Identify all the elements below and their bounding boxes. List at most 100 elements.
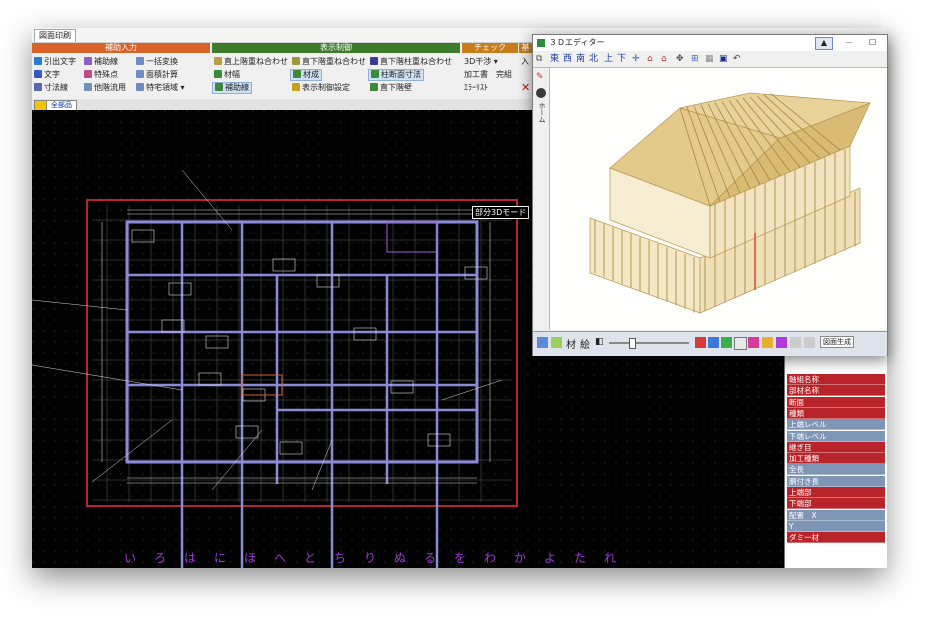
view-west-button[interactable]: 西: [563, 51, 572, 67]
yellow-layer-icon[interactable]: [762, 337, 773, 348]
layer2-icon[interactable]: ⌂: [661, 51, 667, 67]
red-layer-icon[interactable]: [695, 337, 706, 348]
property-row[interactable]: 部材名称: [787, 385, 885, 397]
processing-doc-button[interactable]: 加工書: [462, 69, 490, 81]
undo-icon[interactable]: ↶: [733, 51, 741, 67]
batch-icon: [136, 57, 144, 65]
paint-label[interactable]: 絵: [580, 336, 590, 351]
callout-text-button[interactable]: 引出文字: [32, 56, 78, 68]
special-area-button[interactable]: 特宅領域 ▾: [134, 82, 187, 94]
overlay-upper-floor-button[interactable]: 直上階重ね合わせ: [212, 56, 290, 68]
pink-layer-icon[interactable]: [748, 337, 759, 348]
solid-mode-icon[interactable]: [551, 337, 562, 348]
aux-line-button[interactable]: 補助線: [82, 56, 120, 68]
property-row[interactable]: 断面: [787, 396, 885, 408]
minimize-icon[interactable]: —: [845, 35, 853, 51]
grid-label-kana: る: [424, 551, 437, 565]
menu-tab-drawing-print[interactable]: 図面印刷: [34, 29, 76, 42]
property-panel: 軸組名称 部材名称 断面 種類 上端レベル 下端レベル 継ぎ目 加工種類 全長 胴付き長 上端部 下端…: [784, 350, 887, 568]
overlay-lower-floor-button[interactable]: 直下階重ね合わせ: [290, 56, 368, 68]
3d-editor-statusbar: 材 絵 ◧ 図面生成: [533, 331, 887, 356]
property-row[interactable]: 下端レベル: [787, 430, 885, 442]
view-south-button[interactable]: 南: [576, 51, 585, 67]
scroll-up-icon[interactable]: ▲: [815, 37, 833, 50]
grey2-layer-icon[interactable]: [804, 337, 815, 348]
text-icon: [34, 70, 42, 78]
text-button[interactable]: 文字: [32, 69, 62, 81]
dimension-line-button[interactable]: 寸法線: [32, 82, 70, 94]
gap-icon[interactable]: [734, 337, 747, 350]
grid-label-kana: よ: [544, 551, 557, 565]
grid-icon[interactable]: ▦: [705, 51, 714, 67]
member-width-button[interactable]: 材幅: [212, 69, 242, 81]
move-icon[interactable]: ✥: [676, 51, 684, 67]
view-top-button[interactable]: 上: [604, 51, 613, 67]
3d-interference-button[interactable]: 3D干渉 ▾: [462, 56, 500, 68]
green-layer-icon[interactable]: [721, 337, 732, 348]
view-east-button[interactable]: 東: [550, 51, 559, 67]
batch-convert-button[interactable]: 一括変換: [134, 56, 180, 68]
home-icon[interactable]: [536, 88, 546, 98]
input-button[interactable]: 入: [519, 56, 531, 68]
view-bottom-button[interactable]: 下: [617, 51, 626, 67]
wall-icon: [370, 83, 378, 91]
property-row[interactable]: 胴付き長: [787, 475, 885, 487]
property-row[interactable]: 加工種類: [787, 453, 885, 465]
grid-label-kana: は: [184, 551, 197, 565]
grey-layer-icon[interactable]: [790, 337, 801, 348]
view-north-button[interactable]: 北: [589, 51, 598, 67]
depth-icon: [293, 70, 301, 78]
view-mode-icon[interactable]: [537, 337, 548, 348]
member-depth-button[interactable]: 材成: [290, 69, 322, 81]
drawing-generate-button[interactable]: 図面生成: [820, 336, 854, 348]
property-row[interactable]: 上端レベル: [787, 419, 885, 431]
paint-icon[interactable]: ✎: [536, 72, 544, 82]
tab-all-parts[interactable]: 全部品: [46, 100, 77, 110]
partial-3d-mode-label[interactable]: 部分3Dモード: [472, 206, 530, 219]
zoom-slider-handle[interactable]: [629, 338, 636, 349]
display-settings-button[interactable]: 表示制御設定: [290, 82, 352, 94]
property-row[interactable]: 上端部: [787, 487, 885, 498]
property-row[interactable]: 全長: [787, 464, 885, 476]
property-row[interactable]: 軸組名称: [787, 374, 885, 385]
material-label[interactable]: 材: [566, 336, 576, 351]
axis-icon[interactable]: ✛: [632, 51, 640, 67]
area-calc-button[interactable]: 面積計算: [134, 69, 180, 81]
copy-icon[interactable]: ⧉: [536, 51, 542, 67]
table-icon: [292, 83, 300, 91]
grid-label-kana: ぬ: [394, 551, 407, 565]
complete-button[interactable]: 完組: [494, 69, 514, 81]
3d-editor-toolbar: ⧉ 東 西 南 北 上 下 ✛ ⌂ ⌂ ✥ ⊞ ▦ ▣ ↶: [533, 51, 887, 68]
close-icon[interactable]: ✕: [521, 82, 530, 94]
3d-editor-sidebar: ✎ ホーム: [533, 68, 550, 330]
overlay-down-icon: [292, 57, 300, 65]
property-row[interactable]: 配置 X: [787, 509, 885, 521]
layer-icon[interactable]: ⌂: [647, 51, 653, 67]
maximize-icon[interactable]: ☐: [869, 35, 876, 51]
grid-label-kana: ち: [334, 551, 347, 565]
3d-model-viewport[interactable]: [550, 68, 887, 330]
property-row[interactable]: 種類: [787, 407, 885, 419]
error-list-button[interactable]: ｴﾗｰﾘｽﾄ: [462, 82, 490, 94]
overlay-lower-column-button[interactable]: 直下階柱重ね合わせ: [368, 56, 454, 68]
special-point-button[interactable]: 特殊点: [82, 69, 120, 81]
house-frame-3d-model[interactable]: [550, 68, 887, 330]
save-icon[interactable]: ▣: [719, 51, 728, 67]
property-row[interactable]: ダミー材: [787, 532, 885, 544]
purple-layer-icon[interactable]: [776, 337, 787, 348]
lower-wall-button[interactable]: 直下階壁: [368, 82, 414, 94]
zoom-icon[interactable]: ⊞: [691, 51, 699, 67]
blue-layer-icon[interactable]: [708, 337, 719, 348]
other-floor-button[interactable]: 他階流用: [82, 82, 128, 94]
grid-label-kana: り: [364, 551, 377, 565]
lock-icon[interactable]: ◧: [595, 337, 604, 347]
property-row[interactable]: Y: [787, 520, 885, 532]
property-row[interactable]: 継ぎ目: [787, 441, 885, 453]
property-row[interactable]: 下端部: [787, 498, 885, 510]
aux-line-display-button[interactable]: 補助線: [212, 82, 252, 94]
column-section-size-button[interactable]: 柱断面寸法: [368, 69, 424, 81]
group-header-check: チェック: [462, 43, 518, 53]
other-floor-icon: [84, 83, 92, 91]
special-area-icon: [136, 83, 144, 91]
zoom-slider-track[interactable]: [609, 342, 689, 344]
